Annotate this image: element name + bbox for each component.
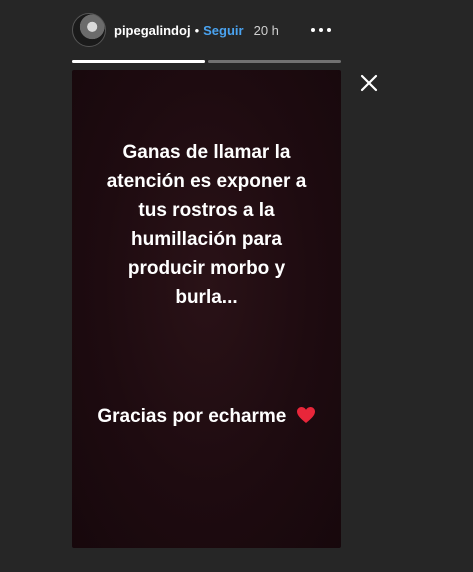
heart-icon bbox=[296, 406, 316, 430]
story-meta: pipegalindoj • Seguir 20 h bbox=[114, 23, 279, 38]
timestamp: 20 h bbox=[253, 22, 279, 38]
close-icon[interactable] bbox=[356, 70, 382, 96]
story-progress-bar bbox=[72, 60, 341, 63]
story-thanks-line: Gracias por echarme bbox=[72, 406, 341, 430]
story-viewer: pipegalindoj • Seguir 20 h Ganas de llam… bbox=[0, 0, 473, 572]
story-content[interactable]: Ganas de llamar la atención es exponer a… bbox=[72, 70, 341, 548]
story-thanks-text: Gracias por echarme bbox=[97, 406, 287, 427]
progress-fill bbox=[72, 60, 205, 63]
avatar[interactable] bbox=[72, 13, 106, 47]
separator-dot: • bbox=[194, 22, 200, 38]
more-options-icon[interactable] bbox=[306, 16, 336, 44]
progress-segment bbox=[208, 60, 341, 63]
progress-segment bbox=[72, 60, 205, 63]
follow-button[interactable]: Seguir bbox=[203, 23, 243, 38]
story-main-text: Ganas de llamar la atención es exponer a… bbox=[106, 142, 307, 308]
username-link[interactable]: pipegalindoj bbox=[114, 23, 191, 38]
story-header: pipegalindoj • Seguir 20 h bbox=[72, 12, 342, 48]
